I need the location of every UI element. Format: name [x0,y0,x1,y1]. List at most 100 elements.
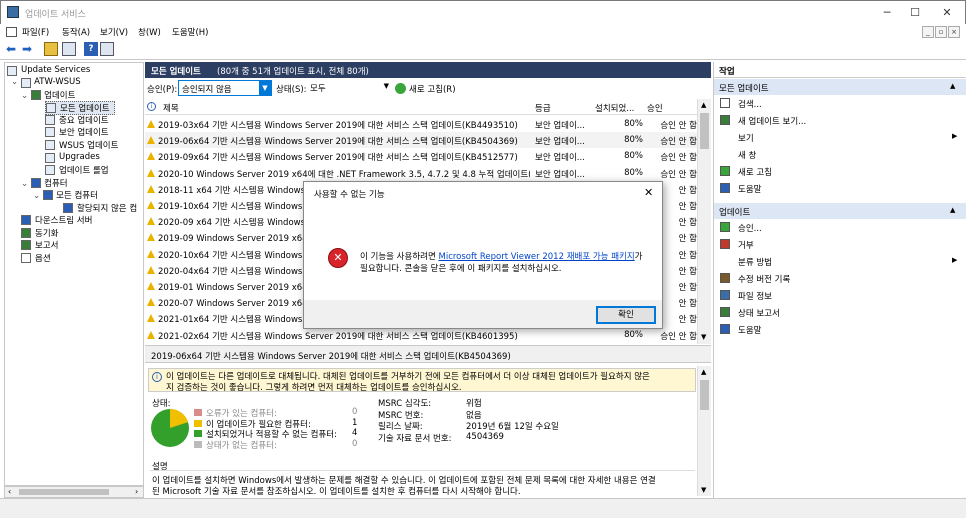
up-folder-icon[interactable] [44,42,58,56]
tree-item-unassigned[interactable]: 할당되지 않은 컴 [63,202,137,214]
column-title[interactable]: 제목 [163,102,179,114]
scroll-down-icon[interactable]: ▼ [701,486,706,494]
approval-select[interactable]: 승인되지 않음 ▼ [178,80,272,96]
warning-icon [147,265,155,274]
report-viewer-link[interactable]: Microsoft Report Viewer 2012 재배포 가능 패키지 [439,252,635,262]
tree-item-server[interactable]: ⌄ ATW-WSUS [11,77,81,88]
ok-button[interactable]: 확인 [596,306,656,324]
show-hide-tree-icon[interactable] [62,42,76,56]
action-item[interactable]: 수정 버전 기록 [716,272,962,286]
legend-value: 0 [352,407,358,417]
tree-item-all-computers[interactable]: ⌄ 모든 컴퓨터 [33,189,98,201]
error-icon: ✕ [328,248,348,268]
update-list-icon [45,115,55,125]
info-icon: i [147,102,156,111]
divider [150,470,695,471]
action-item[interactable]: 새로 고침 [716,165,962,179]
tree-label: 업데이트 [44,91,76,101]
computers-icon [63,203,73,213]
list-vertical-scrollbar[interactable]: ▲ ▼ [697,99,711,344]
action-item[interactable]: 새 업데이트 보기... [716,114,962,128]
tree-label: 보고서 [35,241,59,251]
warning-icon [147,217,155,226]
tree-item-updates[interactable]: ⌄ 업데이트 [21,89,75,101]
menu-action[interactable]: 동작(A) [62,26,90,38]
help-icon[interactable]: ? [84,42,98,56]
navigation-tree: Update Services ⌄ ATW-WSUS ⌄ 업데이트 모든 업데이트 … [4,62,144,486]
tree-item-rollups[interactable]: 업데이트 롤업 [45,164,109,176]
scroll-down-icon[interactable]: ▼ [701,333,706,341]
collapse-chevron-icon[interactable]: ⌄ [33,191,40,201]
action-item[interactable]: 파일 정보 [716,289,962,303]
row-approval: 승인 안 함 [660,153,697,164]
tree-item-sync[interactable]: 동기화 [21,227,58,239]
menu-window[interactable]: 창(W) [138,26,161,38]
refresh-button[interactable]: 새로 고침(R) [409,83,456,95]
collapse-up-icon[interactable]: ▲ [950,206,955,214]
tree-item-all-updates[interactable]: 모든 업데이트 [45,101,115,115]
collapse-chevron-icon[interactable]: ⌄ [21,179,28,189]
table-row[interactable]: 2019-06x64 기반 시스템용 Windows Server 2019에 … [145,132,697,149]
property-row: 기술 자료 문서 번호: 4504369 [378,432,504,444]
tree-item-computers[interactable]: ⌄ 컴퓨터 [21,177,68,189]
dropdown-arrow-icon[interactable]: ▼ [384,82,389,90]
table-row[interactable]: 2019-03x64 기반 시스템용 Windows Server 2019에 … [145,116,697,132]
scroll-thumb[interactable] [700,380,709,410]
scroll-up-icon[interactable]: ▲ [701,368,706,376]
action-item[interactable]: 보기 ▶ [716,131,962,145]
collapse-chevron-icon[interactable]: ⌄ [11,77,18,87]
status-select[interactable]: 모두 ▼ [307,80,391,96]
action-item[interactable]: 새 창 [716,148,962,162]
menu-file[interactable]: 파일(F) [22,26,49,38]
action-item[interactable]: 상태 보고서 [716,306,962,320]
scroll-thumb[interactable] [19,489,109,495]
detail-vertical-scrollbar[interactable]: ▲ ▼ [697,366,711,496]
actions-section-update[interactable]: 업데이트 ▲ [714,203,966,219]
table-row[interactable]: 2020-10 Windows Server 2019 x64에 대한 .NET… [145,165,697,181]
window-title: 업데이트 서비스 [25,10,86,20]
refresh-icon[interactable] [395,83,406,94]
tree-item-reports[interactable]: 보고서 [21,239,58,251]
collapse-chevron-icon[interactable]: ⌄ [21,91,28,101]
maximize-button[interactable]: ☐ [899,1,931,25]
scroll-up-icon[interactable]: ▲ [701,101,706,109]
tree-horizontal-scrollbar[interactable]: ‹ › [4,486,144,498]
tree-item-upgrades[interactable]: Upgrades [45,152,100,163]
action-item[interactable]: 도움말 [716,323,962,337]
column-classification[interactable]: 등급 [535,102,551,114]
tree-item-options[interactable]: 옵션 [21,252,51,264]
row-installed-pct: 80% [624,167,643,178]
column-approval[interactable]: 승인 [647,102,663,114]
row-title: 2021-02x64 기반 시스템용 Windows Server 2019에 … [158,331,518,342]
collapse-up-icon[interactable]: ▲ [950,82,955,90]
show-action-pane-icon[interactable] [100,42,114,56]
dialog-close-icon[interactable]: ✕ [644,186,653,199]
tree-item-update-services[interactable]: Update Services [7,65,90,76]
update-properties: MSRC 심각도: 위험 MSRC 번호: 없음 릴리스 날짜: 2019년 6월 12일… [378,397,678,445]
mdi-restore-button[interactable]: ▫ [935,26,947,38]
tree-item-downstream[interactable]: 다운스트림 서버 [21,214,92,226]
action-item[interactable]: 승인... [716,221,962,235]
action-item[interactable]: 분류 방법 ▶ [716,255,962,269]
tree-item-critical-updates[interactable]: 중요 업데이트 [45,114,109,126]
dropdown-arrow-icon[interactable]: ▼ [259,81,271,95]
action-item[interactable]: 도움말 [716,182,962,196]
table-row[interactable]: 2019-09x64 기반 시스템용 Windows Server 2019에 … [145,148,697,164]
back-arrow-icon[interactable]: ⬅ [6,42,20,56]
actions-section-all-updates[interactable]: 모든 업데이트 ▲ [714,79,966,95]
scroll-right-icon[interactable]: › [135,487,138,496]
menu-view[interactable]: 보기(V) [100,26,128,38]
mdi-close-button[interactable]: × [948,26,960,38]
forward-arrow-icon[interactable]: ➡ [22,42,36,56]
action-item[interactable]: 검색... [716,97,962,111]
scroll-left-icon[interactable]: ‹ [8,487,11,496]
close-button[interactable]: ✕ [931,1,963,25]
scroll-thumb[interactable] [700,113,709,149]
mdi-minimize-button[interactable]: _ [922,26,934,38]
tree-item-wsus-updates[interactable]: WSUS 업데이트 [45,139,118,151]
tree-item-security-updates[interactable]: 보안 업데이트 [45,126,109,138]
row-classification: 보안 업데이... [535,169,585,180]
action-item[interactable]: 거부 [716,238,962,252]
menu-help[interactable]: 도움말(H) [172,26,208,38]
column-installed[interactable]: 설치되었... [595,102,634,114]
